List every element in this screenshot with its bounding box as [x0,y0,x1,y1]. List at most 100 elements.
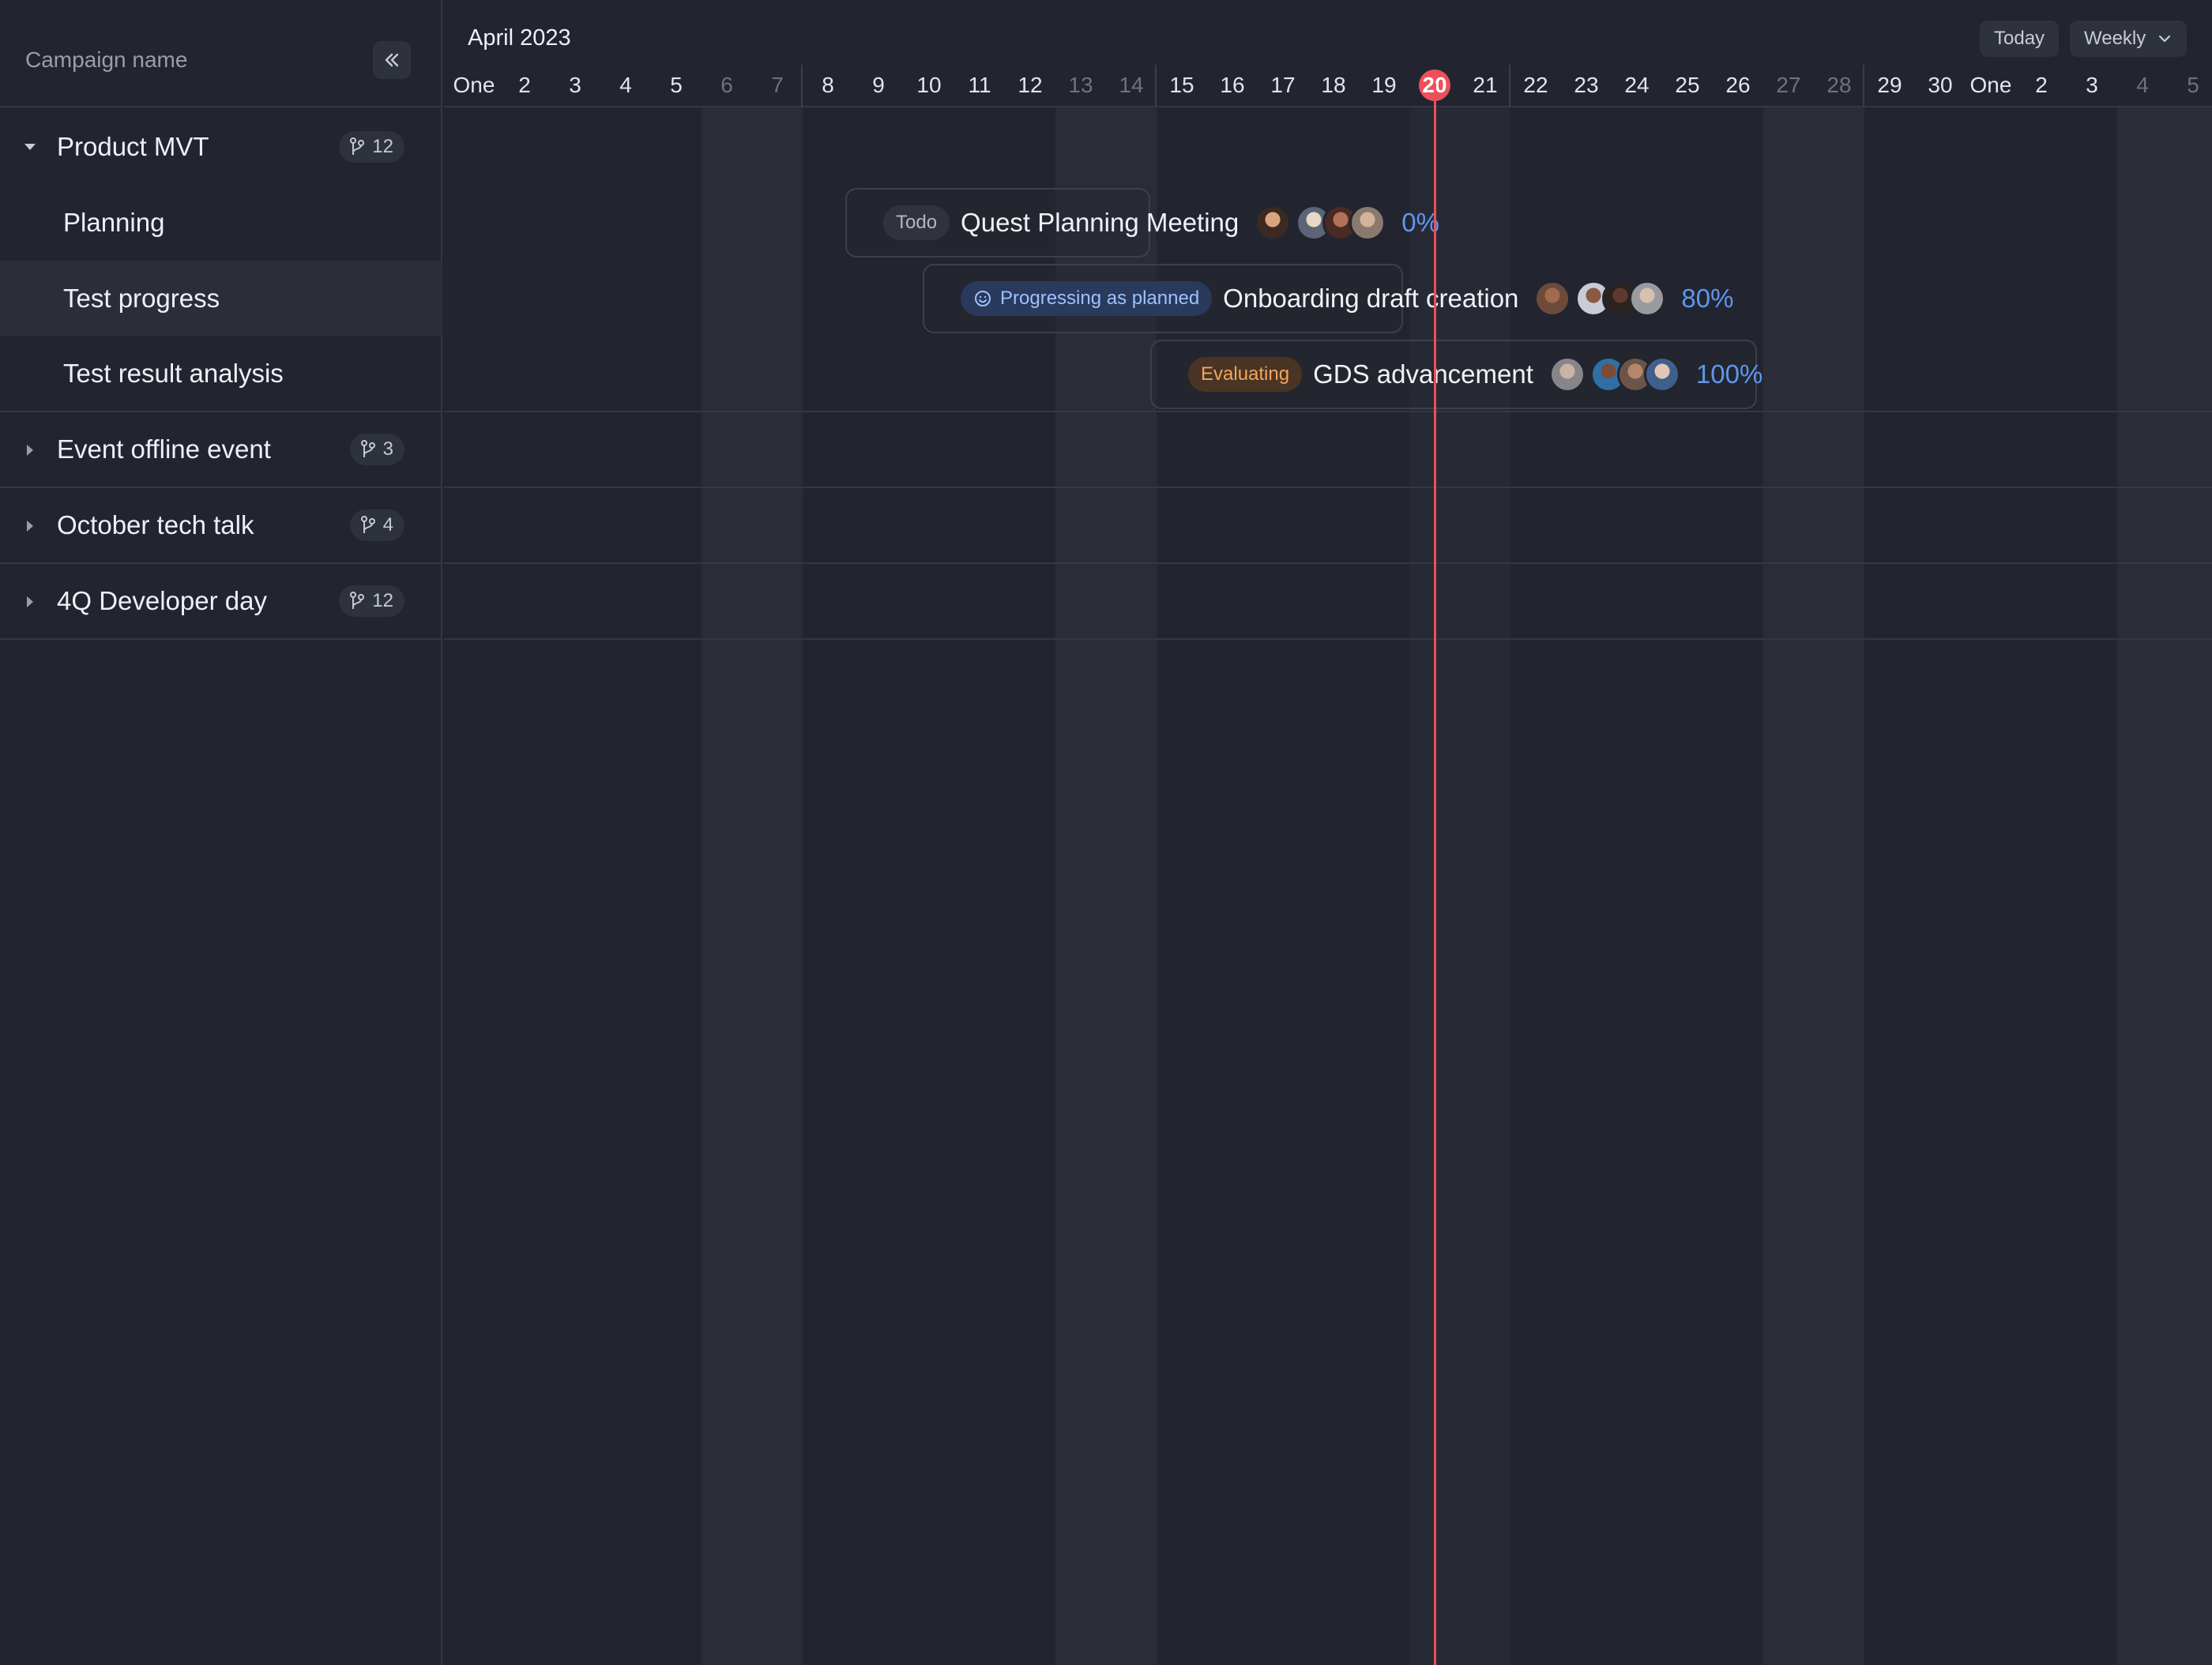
day-label: 10 [916,73,942,97]
day-label: 4 [619,73,632,97]
task-name: Quest Planning Meeting [961,208,1240,237]
subtask-count: 12 [372,590,393,611]
day-label: 11 [968,73,991,97]
task-info: Progressing as planned Onboarding draft … [961,264,1733,333]
row-divider [444,487,2212,488]
group-row-october-tech-talk[interactable]: October tech talk 4 [0,488,442,564]
day-label: 2 [518,73,531,97]
group-label: October tech talk [57,510,254,539]
group-label: Event offline event [57,434,271,464]
day-label: 8 [822,73,834,97]
assignee-avatars [1534,280,1666,317]
subtask-count: 12 [372,136,393,157]
today-line [1434,84,1436,1665]
week-separator [1155,65,1157,107]
progress-percent: 80% [1681,284,1734,313]
sub-row-label: Test result analysis [63,359,284,388]
task-info: Todo Quest Planning Meeting 0% [883,188,1439,257]
avatar[interactable] [1534,280,1571,317]
collapse-sidebar-button[interactable] [373,41,411,79]
day-label: 9 [872,73,885,97]
day-label: 3 [569,73,581,97]
weekend-band [702,107,803,1665]
status-badge: Evaluating [1188,357,1303,392]
caret-right-icon[interactable] [22,518,38,534]
smile-icon [975,291,991,306]
day-label: 4 [2136,73,2149,97]
today-button[interactable]: Today [1980,21,2060,57]
day-label: 17 [1270,73,1296,97]
view-mode-select[interactable]: Weekly [2070,21,2188,57]
avatar[interactable] [1643,356,1680,393]
double-chevron-left-icon [385,53,399,67]
day-label: 6 [720,73,733,97]
group-row-event-offline-event[interactable]: Event offline event 3 [0,412,442,488]
day-label: 18 [1321,73,1346,97]
sub-row-test-progress[interactable]: Test progress [0,261,442,336]
day-label: 5 [2187,73,2199,97]
task-name: GDS advancement [1313,359,1533,389]
sub-row-test-result-analysis[interactable]: Test result analysis [0,336,442,412]
week-separator [1863,65,1864,107]
avatar[interactable] [1255,205,1292,241]
day-label: 30 [1928,73,1953,97]
gantt-timeline: April 2023 Today Weekly One 2 3 4 5 6 7 8 9 10 11 1… [444,0,2212,1665]
assignee-avatars [1255,205,1386,241]
day-label: 12 [1018,73,1043,97]
group-label: Product MVT [57,132,209,161]
day-label: 27 [1776,73,1801,97]
branch-icon [360,516,375,533]
subtask-count-badge: 12 [339,131,404,163]
subtask-count-badge: 3 [349,434,404,465]
subtask-count-badge: 4 [349,509,404,541]
avatar[interactable] [1629,280,1666,317]
group-label: 4Q Developer day [57,586,267,615]
campaign-sidebar: Campaign name Product MVT 12 Planning Te… [0,0,442,1665]
sidebar-title: Campaign name [25,47,188,72]
subtask-count: 4 [382,514,393,536]
day-label: 13 [1068,73,1093,97]
day-label: 22 [1523,73,1548,97]
day-label: 5 [670,73,683,97]
week-separator [1509,65,1510,107]
subtask-count: 3 [382,438,393,460]
status-label: Evaluating [1201,363,1290,385]
progress-percent: 100% [1695,359,1763,389]
avatar[interactable] [1349,205,1386,241]
row-divider [444,562,2212,564]
sub-row-label: Planning [63,208,165,237]
day-label: 21 [1473,73,1498,97]
group-row-4q-developer-day[interactable]: 4Q Developer day 12 [0,564,442,640]
branch-icon [360,440,375,457]
day-label: 29 [1877,73,1902,97]
assignee-avatars [1548,356,1680,393]
day-label: 7 [771,73,784,97]
sub-row-label: Test progress [63,284,220,313]
day-label: 24 [1624,73,1650,97]
day-label: 15 [1169,73,1194,97]
sidebar-header: Campaign name [0,0,442,107]
day-label: 19 [1371,73,1397,97]
subtask-count-badge: 12 [339,585,404,617]
month-label: April 2023 [468,25,571,51]
row-divider [444,411,2212,412]
day-label: 14 [1119,73,1144,97]
caret-right-icon[interactable] [22,594,38,610]
status-badge: Progressing as planned [961,281,1213,316]
view-mode-label: Weekly [2084,28,2146,49]
chevron-down-icon [2159,35,2171,43]
group-row-product-mvt[interactable]: Product MVT 12 [0,109,442,185]
caret-down-icon[interactable] [22,139,38,155]
caret-right-icon[interactable] [22,442,38,458]
sub-row-planning[interactable]: Planning [0,185,442,261]
day-label: 25 [1675,73,1700,97]
status-label: Progressing as planned [1000,288,1200,309]
avatar[interactable] [1548,356,1586,393]
today-button-label: Today [1994,28,2045,49]
day-columns: One2345678910111213141516171819202122232… [444,65,2212,106]
day-label: 28 [1826,73,1852,97]
branch-icon [350,592,365,609]
task-name: Onboarding draft creation [1223,284,1519,313]
weekend-band [2117,107,2212,1665]
branch-icon [350,137,365,155]
